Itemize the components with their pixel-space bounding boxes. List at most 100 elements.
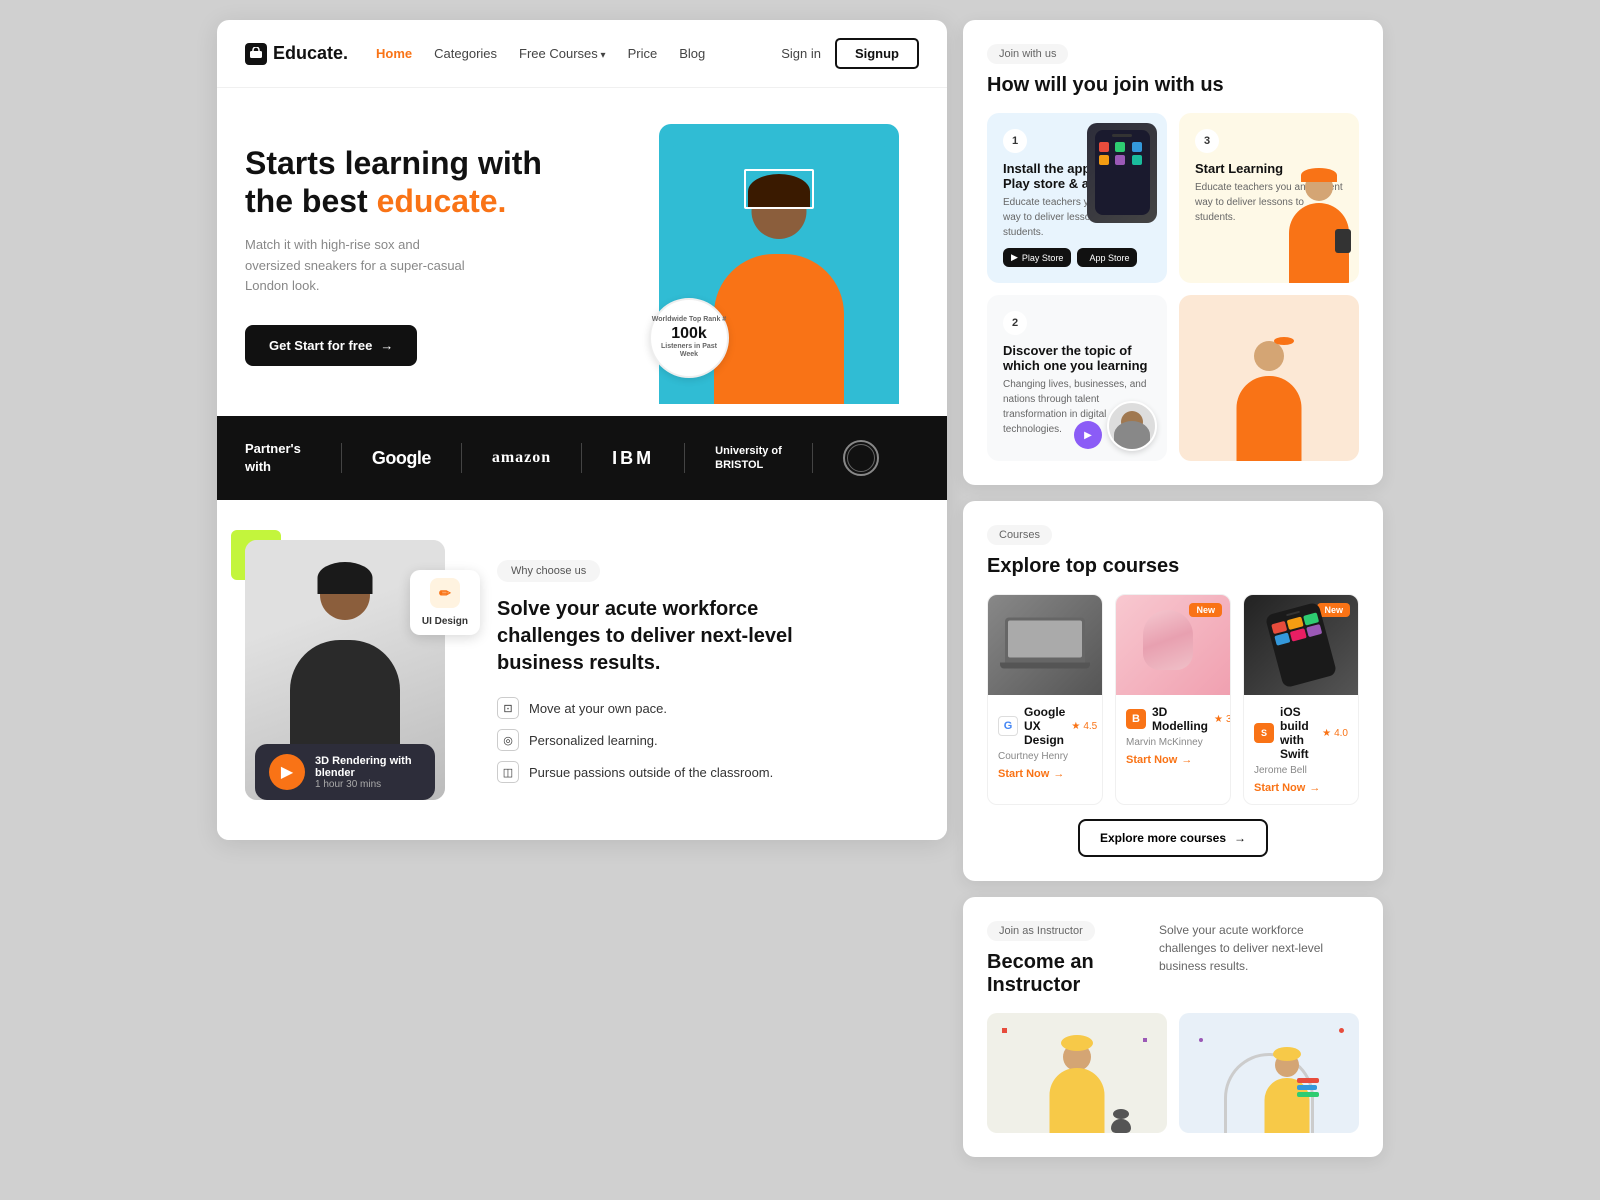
- step-play-button[interactable]: ▶: [1074, 421, 1102, 449]
- nav-free-courses[interactable]: Free Courses: [519, 46, 606, 61]
- course-card-1[interactable]: G Google UX Design ★ 4.5 Courtney Henry …: [987, 594, 1103, 805]
- list-icon-3: ◫: [497, 761, 519, 783]
- courses-section: Courses Explore top courses G Google: [963, 501, 1383, 881]
- hero-text: Starts learning with the best educate. M…: [245, 124, 659, 408]
- instructor-header-left: Join as Instructor Become an Instructor: [987, 921, 1159, 997]
- steps-grid: 1 Install the app from Play store & app …: [987, 113, 1359, 461]
- instructor-desc: Solve your acute workforce challenges to…: [1159, 921, 1359, 975]
- hero-image: Worldwide Top Rank # 100k Listeners in P…: [659, 124, 919, 408]
- course-author-3: Jerome Bell: [1254, 765, 1348, 776]
- instructor-illustrations: [987, 1013, 1359, 1133]
- lady-illustration: [1279, 168, 1359, 283]
- signup-button[interactable]: Signup: [835, 38, 919, 69]
- cat-illustration: [1111, 1109, 1131, 1133]
- course-provider-3: S iOS build with Swift ★ 4.0: [1254, 705, 1348, 761]
- course-provider-2: B 3D Modelling ★ 3.0: [1126, 705, 1220, 733]
- step-1-card: 1 Install the app from Play store & app …: [987, 113, 1167, 283]
- why-list: ⊡ Move at your own pace. ◎ Personalized …: [497, 697, 919, 783]
- google-icon: G: [998, 716, 1018, 736]
- course-card-2[interactable]: New B 3D Modelling ★ 3.0 Marvin McKinney: [1115, 594, 1231, 805]
- play-store-icon: ▶: [1011, 252, 1018, 263]
- course-rating-1: ★ 4.5: [1071, 721, 1097, 732]
- course-info-1: G Google UX Design ★ 4.5 Courtney Henry …: [988, 695, 1102, 790]
- step-2-card: 2 Discover the topic of which one you le…: [987, 295, 1167, 461]
- course-start-2[interactable]: Start Now →: [1126, 754, 1220, 766]
- partner-seal: [843, 440, 879, 476]
- course-author-2: Marvin McKinney: [1126, 737, 1220, 748]
- hero-cta-button[interactable]: Get Start for free →: [245, 325, 417, 366]
- step-lady2-card: [1179, 295, 1359, 461]
- nav-categories[interactable]: Categories: [434, 46, 497, 61]
- dot-purple2: [1199, 1038, 1203, 1042]
- app-store-btn[interactable]: App Store: [1077, 248, 1137, 267]
- video-badge[interactable]: ▶ 3D Rendering with blender 1 hour 30 mi…: [255, 744, 435, 800]
- instructor-illustration: [1219, 341, 1319, 461]
- person-avatar: [1107, 401, 1157, 451]
- instructor-illus-right: [1179, 1013, 1359, 1133]
- courses-title: Explore top courses: [987, 555, 1359, 578]
- divider: [341, 443, 342, 473]
- phone-mockup: [1087, 123, 1157, 223]
- navbar: Educate. Home Categories Free Courses Pr…: [217, 20, 947, 88]
- partners-label: Partner'swith: [245, 440, 301, 476]
- play-button[interactable]: ▶: [269, 754, 305, 790]
- join-title: How will you join with us: [987, 74, 1359, 97]
- swift-icon: S: [1254, 723, 1274, 743]
- hero-section: Starts learning with the best educate. M…: [217, 88, 947, 408]
- brand-logo[interactable]: Educate.: [245, 43, 348, 65]
- partners-section: Partner'swith Google amazon IBM Universi…: [217, 416, 947, 500]
- course-start-1[interactable]: Start Now →: [998, 768, 1092, 780]
- course-thumb-1: [988, 595, 1102, 695]
- listeners-badge: Worldwide Top Rank # 100k Listeners in P…: [649, 298, 729, 378]
- course-info-3: S iOS build with Swift ★ 4.0 Jerome Bell…: [1244, 695, 1358, 804]
- arrow-icon: →: [380, 338, 393, 353]
- nav-actions: Sign in Signup: [781, 38, 919, 69]
- ui-design-badge: ✏ UI Design: [410, 570, 480, 635]
- books-stack: [1297, 1078, 1319, 1096]
- partner-ibm: IBM: [612, 448, 654, 469]
- logo-icon: [245, 43, 267, 65]
- why-list-item: ◎ Personalized learning.: [497, 729, 919, 751]
- new-badge-3: New: [1317, 603, 1350, 617]
- why-list-item: ◫ Pursue passions outside of the classro…: [497, 761, 919, 783]
- nav-blog[interactable]: Blog: [679, 46, 705, 61]
- explore-more-wrap: Explore more courses →: [987, 819, 1359, 857]
- nav-links: Home Categories Free Courses Price Blog: [376, 46, 781, 61]
- divider: [812, 443, 813, 473]
- badge-icon: ✏: [430, 578, 460, 608]
- course-provider-1: G Google UX Design ★ 4.5: [998, 705, 1092, 747]
- video-info: 3D Rendering with blender 1 hour 30 mins: [315, 755, 421, 790]
- nav-price[interactable]: Price: [628, 46, 658, 61]
- divider: [461, 443, 462, 473]
- dot-red: [1002, 1028, 1007, 1033]
- why-section: ✏ UI Design ▶ 3D Rendering with blender …: [217, 500, 947, 840]
- nav-home[interactable]: Home: [376, 46, 412, 61]
- right-panel: Join with us How will you join with us 1…: [963, 20, 1383, 1157]
- course-rating-2: ★ 3.0: [1214, 714, 1231, 725]
- arrow-icon: →: [1234, 831, 1246, 845]
- step-1-stores: ▶ Play Store App Store: [1003, 248, 1151, 267]
- sign-in-link[interactable]: Sign in: [781, 46, 821, 61]
- why-image-col: ✏ UI Design ▶ 3D Rendering with blender …: [245, 540, 465, 800]
- instructor-section: Join as Instructor Become an Instructor …: [963, 897, 1383, 1157]
- course-card-3[interactable]: New: [1243, 594, 1359, 805]
- left-panel: Educate. Home Categories Free Courses Pr…: [217, 20, 947, 840]
- play-store-btn[interactable]: ▶ Play Store: [1003, 248, 1071, 267]
- why-tag: Why choose us: [497, 560, 600, 582]
- instructor-tag: Join as Instructor: [987, 921, 1095, 941]
- explore-more-button[interactable]: Explore more courses →: [1078, 819, 1268, 857]
- why-title: Solve your acute workforcechallenges to …: [497, 596, 919, 677]
- list-icon-2: ◎: [497, 729, 519, 751]
- step-3-card: 3 Start Learning Educate teachers you an…: [1179, 113, 1359, 283]
- instructor-header: Join as Instructor Become an Instructor …: [987, 921, 1359, 997]
- step-2-title: Discover the topic of which one you lear…: [1003, 343, 1151, 373]
- course-start-3[interactable]: Start Now →: [1254, 782, 1348, 794]
- hero-title: Starts learning with the best educate.: [245, 144, 659, 221]
- course-thumb-3: New: [1244, 595, 1358, 695]
- laptop-icon: [1005, 618, 1085, 673]
- course-author-1: Courtney Henry: [998, 751, 1092, 762]
- join-tag: Join with us: [987, 44, 1068, 64]
- course-info-2: B 3D Modelling ★ 3.0 Marvin McKinney Sta…: [1116, 695, 1230, 776]
- why-list-item: ⊡ Move at your own pace.: [497, 697, 919, 719]
- course-rating-3: ★ 4.0: [1322, 728, 1348, 739]
